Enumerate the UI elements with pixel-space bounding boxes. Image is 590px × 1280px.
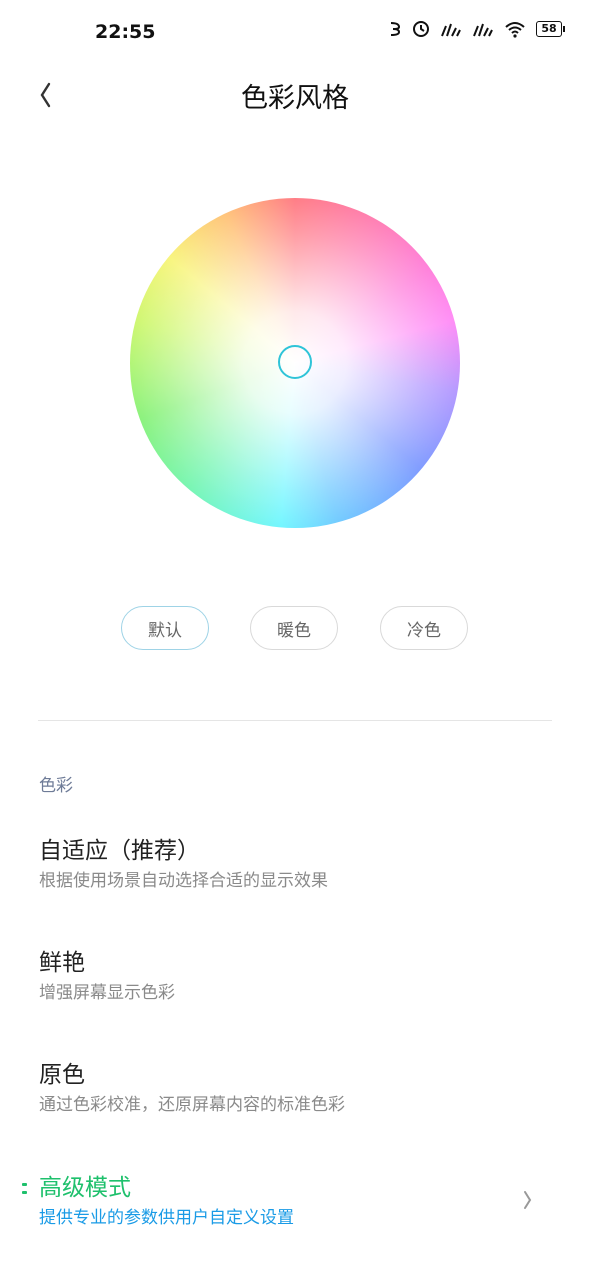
section-header-color: 色彩 — [39, 776, 73, 796]
option-adaptive[interactable]: 自适应（推荐） 根据使用场景自动选择合适的显示效果 — [39, 836, 559, 892]
color-picker-handle[interactable] — [278, 345, 312, 379]
chevron-right-icon — [520, 1188, 534, 1212]
option-title: 自适应（推荐） — [39, 838, 200, 864]
option-advanced-mode[interactable]: 高级模式 提供专业的参数供用户自定义设置 — [39, 1173, 559, 1229]
option-description: 通过色彩校准，还原屏幕内容的标准色彩 — [39, 1095, 345, 1115]
option-title: 高级模式 — [39, 1175, 131, 1201]
selected-marker-icon — [22, 1183, 30, 1195]
divider — [38, 720, 552, 721]
wifi-icon — [504, 20, 526, 38]
preset-cool-button[interactable]: 冷色 — [380, 606, 468, 650]
status-bar: 22:55 58 — [0, 0, 590, 64]
battery-indicator: 58 — [536, 21, 565, 37]
page-title: 色彩风格 — [241, 83, 349, 114]
option-description: 根据使用场景自动选择合适的显示效果 — [39, 871, 328, 891]
option-title: 原色 — [39, 1062, 85, 1088]
signal-icon — [472, 20, 494, 38]
alarm-icon — [412, 20, 430, 38]
preset-warm-button[interactable]: 暖色 — [250, 606, 338, 650]
preset-default-button[interactable]: 默认 — [121, 606, 209, 650]
status-icons: 58 — [388, 20, 565, 38]
option-vivid[interactable]: 鲜艳 增强屏幕显示色彩 — [39, 948, 559, 1004]
signal-icon — [440, 20, 462, 38]
option-title: 鲜艳 — [39, 950, 85, 976]
option-description: 增强屏幕显示色彩 — [39, 983, 175, 1003]
option-original[interactable]: 原色 通过色彩校准，还原屏幕内容的标准色彩 — [39, 1060, 559, 1116]
status-time: 22:55 — [95, 21, 156, 43]
option-description: 提供专业的参数供用户自定义设置 — [39, 1208, 294, 1228]
data-saver-icon — [388, 20, 402, 38]
